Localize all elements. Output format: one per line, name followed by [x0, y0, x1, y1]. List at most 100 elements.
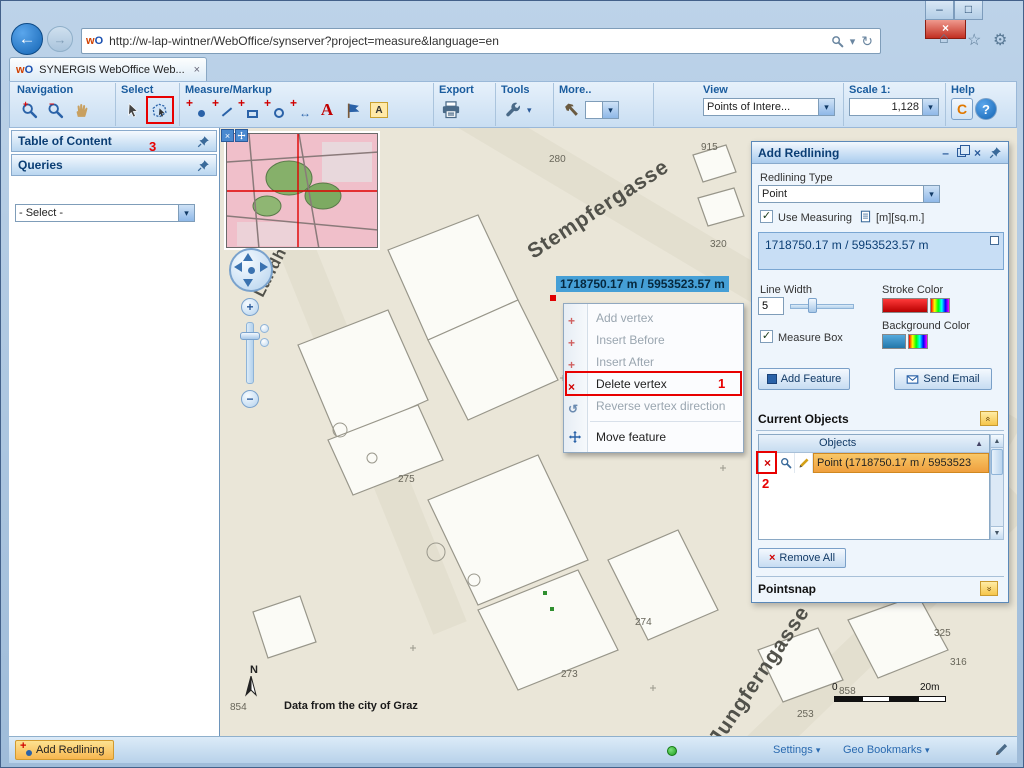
scroll-up-icon[interactable]: ▲	[991, 435, 1003, 448]
sort-ascending-icon[interactable]: ▲	[975, 439, 983, 448]
favorites-star-icon[interactable]: ☆	[967, 30, 981, 50]
redlining-type-dropdown[interactable]: Point ▾	[758, 185, 940, 203]
tab-close-icon[interactable]: ×	[194, 64, 200, 76]
collapse-section-button[interactable]: «	[980, 411, 998, 426]
panel-restore-icon[interactable]	[957, 146, 966, 160]
zoom-preset-button[interactable]	[260, 338, 269, 347]
panel-close-icon[interactable]: ×	[974, 146, 981, 160]
queries-header[interactable]: Queries	[11, 154, 217, 176]
pan-south-icon[interactable]	[243, 279, 253, 287]
table-of-content-header[interactable]: Table of Content	[11, 130, 217, 152]
remove-all-button[interactable]: × Remove All	[758, 548, 846, 568]
background-color-picker-icon[interactable]	[908, 334, 928, 349]
menu-item-insert-before[interactable]: + Insert Before	[564, 329, 743, 351]
tools-dropdown-icon[interactable]: ▾	[527, 105, 532, 116]
zoom-in-button[interactable]: +	[17, 98, 41, 122]
url-text[interactable]: http://w-lap-wintner/WebOffice/synserver…	[109, 34, 828, 48]
more-caret-icon[interactable]: ▾	[602, 102, 618, 118]
edit-pencil-icon[interactable]	[994, 742, 1009, 757]
panel-pin-icon[interactable]	[989, 146, 1002, 159]
overview-move-icon[interactable]	[235, 129, 248, 142]
maximize-button[interactable]: □	[954, 1, 983, 20]
zoom-in-widget-button[interactable]: +	[241, 298, 259, 316]
objects-scrollbar[interactable]: ▲ ▼	[990, 434, 1004, 540]
use-measuring-checkbox[interactable]: ✓	[760, 210, 773, 223]
add-feature-button[interactable]: Add Feature	[758, 368, 850, 390]
help-button[interactable]: ?	[975, 98, 997, 120]
panel-header[interactable]: Add Redlining – ×	[752, 142, 1008, 164]
overview-close-icon[interactable]: ×	[221, 129, 234, 142]
send-email-button[interactable]: Send Email	[894, 368, 992, 390]
zoom-preset-button[interactable]	[260, 324, 269, 333]
zoom-out-widget-button[interactable]: −	[241, 390, 259, 408]
measure-coordinate-button[interactable]: +↔	[289, 98, 313, 122]
object-row-text[interactable]: Point (1718750.17 m / 5953523	[813, 453, 989, 473]
redlining-type-caret-icon[interactable]: ▾	[923, 186, 939, 202]
pan-center-icon[interactable]	[248, 267, 255, 274]
popout-icon[interactable]	[990, 236, 999, 245]
refresh-icon[interactable]: ↻	[861, 33, 873, 50]
measure-box-checkbox[interactable]: ✓	[760, 330, 773, 343]
select-polygon-button[interactable]	[147, 98, 171, 122]
stroke-color-swatch[interactable]	[882, 298, 928, 313]
menu-item-insert-after[interactable]: + Insert After	[564, 351, 743, 373]
line-width-slider-handle[interactable]	[808, 298, 817, 313]
select-features-button[interactable]	[121, 98, 145, 122]
browser-tab[interactable]: wO SYNERGIS WebOffice Web... ×	[9, 57, 207, 81]
copyright-button[interactable]: C	[951, 98, 973, 120]
stroke-color-picker-icon[interactable]	[930, 298, 950, 313]
pin-icon[interactable]	[197, 135, 210, 148]
print-button[interactable]	[439, 98, 463, 122]
objects-column-header[interactable]: Objects	[819, 437, 856, 449]
panel-minimize-icon[interactable]: –	[942, 146, 949, 160]
menu-item-add-vertex[interactable]: + Add vertex	[564, 307, 743, 329]
view-dropdown[interactable]: Points of Intere... ▾	[703, 98, 835, 116]
objects-table-header[interactable]: Objects ▲	[759, 435, 989, 453]
minimize-button[interactable]: –	[925, 1, 954, 20]
label-button[interactable]: A	[367, 98, 391, 122]
scroll-down-icon[interactable]: ▼	[991, 526, 1003, 539]
measure-circle-button[interactable]: +	[263, 98, 287, 122]
pin-icon[interactable]	[197, 159, 210, 172]
query-select-dropdown[interactable]: - Select - ▾	[15, 204, 195, 222]
add-redlining-status-button[interactable]: + Add Redlining	[15, 740, 114, 760]
overview-map[interactable]	[226, 133, 378, 248]
pan-west-icon[interactable]	[234, 262, 242, 272]
pan-compass[interactable]	[229, 248, 273, 292]
zoom-out-button[interactable]: −	[43, 98, 67, 122]
zoom-to-object-icon[interactable]	[777, 453, 795, 473]
text-annotation-button[interactable]: A	[315, 98, 339, 122]
measure-area-button[interactable]: +	[237, 98, 261, 122]
pan-north-icon[interactable]	[243, 253, 253, 261]
pan-button[interactable]	[69, 98, 93, 122]
view-caret-icon[interactable]: ▾	[818, 99, 834, 115]
more-tools-dropdown[interactable]: ▾	[585, 101, 619, 119]
flag-marker-button[interactable]	[341, 98, 365, 122]
home-icon[interactable]: ⌂	[939, 30, 949, 48]
expand-section-button[interactable]: «	[980, 581, 998, 596]
forward-button[interactable]: →	[47, 26, 73, 52]
geo-bookmarks-menu[interactable]: Geo Bookmarks ▾	[843, 744, 929, 756]
active-vertex-marker[interactable]	[550, 295, 556, 301]
settings-gear-icon[interactable]: ⚙	[993, 30, 1007, 50]
tools-button[interactable]	[501, 98, 525, 122]
menu-item-move-feature[interactable]: Move feature	[564, 426, 743, 448]
address-dropdown-icon[interactable]: ▾	[850, 35, 856, 48]
menu-item-delete-vertex[interactable]: × Delete vertex	[564, 373, 743, 395]
scale-dropdown[interactable]: 1,128 ▾	[849, 98, 939, 116]
background-color-swatch[interactable]	[882, 334, 906, 349]
object-row[interactable]: × Point (1718750.17 m / 5953523	[759, 453, 989, 473]
scale-caret-icon[interactable]: ▾	[922, 99, 938, 115]
edit-object-icon[interactable]	[795, 453, 813, 473]
query-select-caret-icon[interactable]: ▾	[178, 205, 194, 221]
back-button[interactable]: ←	[11, 23, 43, 55]
settings-menu[interactable]: Settings ▾	[773, 744, 820, 756]
line-width-slider-track[interactable]	[790, 304, 854, 309]
zoom-slider-handle[interactable]	[240, 332, 260, 340]
search-icon[interactable]	[831, 35, 844, 48]
more-tools-button[interactable]	[559, 98, 583, 122]
measure-point-button[interactable]: +	[185, 98, 209, 122]
measure-line-button[interactable]: +	[211, 98, 235, 122]
line-width-input[interactable]: 5	[758, 297, 784, 315]
pan-east-icon[interactable]	[260, 262, 268, 272]
